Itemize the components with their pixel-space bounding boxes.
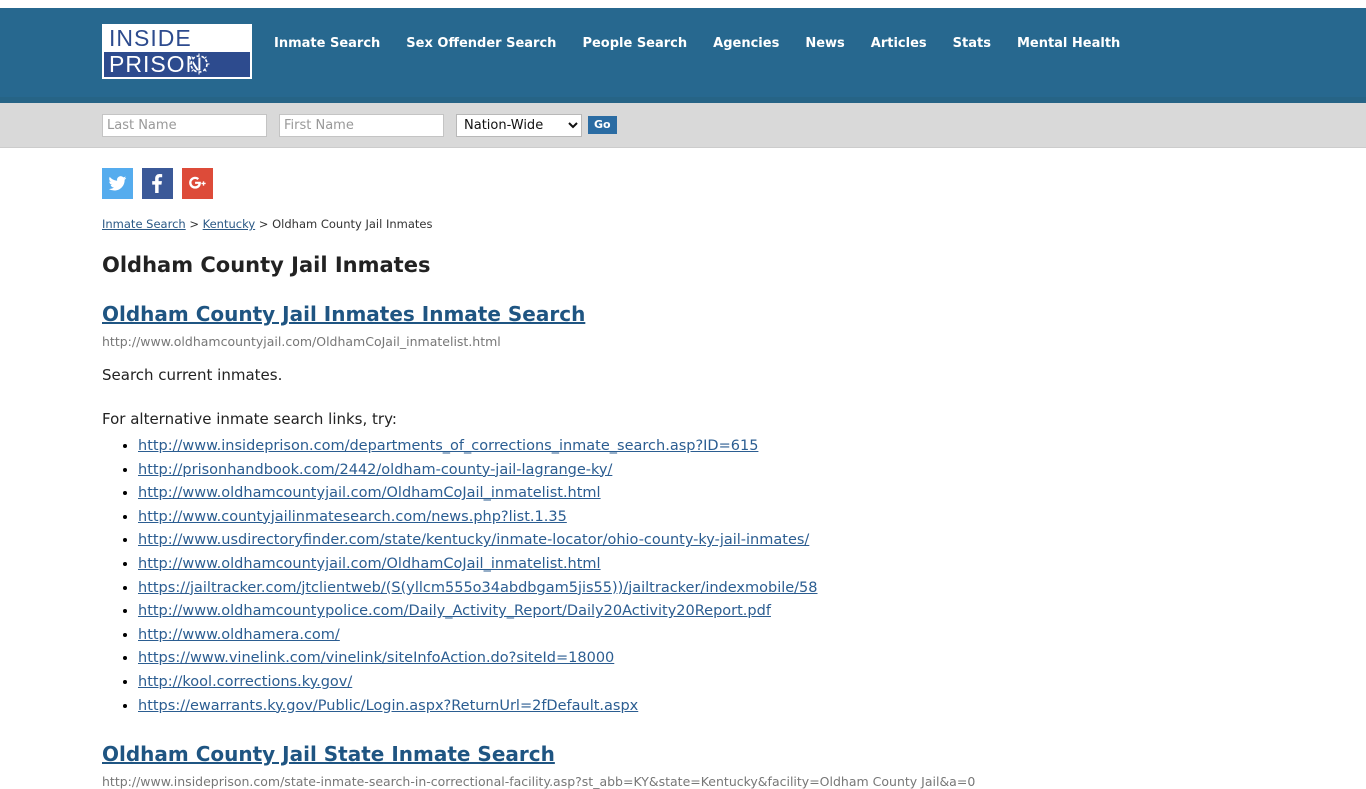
alt-link[interactable]: https://www.vinelink.com/vinelink/siteIn… xyxy=(138,650,614,666)
list-item: http://www.insideprison.com/departments_… xyxy=(138,434,1346,458)
first-name-input[interactable] xyxy=(279,113,444,137)
site-header: INSIDE PRISON Inmate Search Sex Offender… xyxy=(0,8,1366,103)
nav-item-stats[interactable]: Stats xyxy=(940,36,1004,51)
page-content: Inmate Search > Kentucky > Oldham County… xyxy=(0,199,1366,789)
alt-link[interactable]: http://www.oldhamcountypolice.com/Daily_… xyxy=(138,603,771,619)
section-link-inmate-search[interactable]: Oldham County Jail Inmates Inmate Search xyxy=(102,302,585,326)
logo-top-row: INSIDE xyxy=(104,26,250,52)
alt-link[interactable]: http://www.oldhamera.com/ xyxy=(138,627,340,643)
alternative-links-intro: For alternative inmate search links, try… xyxy=(102,410,397,428)
nav-item-articles[interactable]: Articles xyxy=(858,36,940,51)
googleplus-icon[interactable] xyxy=(182,168,213,199)
breadcrumb-current: Oldham County Jail Inmates xyxy=(272,217,433,231)
twitter-icon[interactable] xyxy=(102,168,133,199)
section-heading-inmate-search: Oldham County Jail Inmates Inmate Search xyxy=(102,302,1346,326)
section-heading-state-inmate-search: Oldham County Jail State Inmate Search xyxy=(102,742,1346,766)
list-item: http://www.countyjailinmatesearch.com/ne… xyxy=(138,505,1346,529)
alt-link[interactable]: http://kool.corrections.ky.gov/ xyxy=(138,674,352,690)
breadcrumb-link-kentucky[interactable]: Kentucky xyxy=(203,217,256,231)
list-item: http://www.usdirectoryfinder.com/state/k… xyxy=(138,528,1346,552)
breadcrumb-separator-2: > xyxy=(255,217,273,231)
list-item: https://www.vinelink.com/vinelink/siteIn… xyxy=(138,646,1346,670)
nav-item-agencies[interactable]: Agencies xyxy=(700,36,792,51)
nav-item-inmate-search[interactable]: Inmate Search xyxy=(274,36,393,51)
header-inner: INSIDE PRISON Inmate Search Sex Offender… xyxy=(0,8,1366,79)
logo-bottom-row: PRISON xyxy=(104,51,250,77)
alt-link[interactable]: https://jailtracker.com/jtclientweb/(S(y… xyxy=(138,580,818,596)
social-share-row xyxy=(0,148,1366,199)
list-item: https://ewarrants.ky.gov/Public/Login.as… xyxy=(138,694,1346,718)
nav-item-people-search[interactable]: People Search xyxy=(569,36,700,51)
list-item: http://prisonhandbook.com/2442/oldham-co… xyxy=(138,458,1346,482)
nav-item-mental-health[interactable]: Mental Health xyxy=(1004,36,1133,51)
list-item: http://www.oldhamcountyjail.com/OldhamCo… xyxy=(138,552,1346,576)
list-item: http://www.oldhamcountyjail.com/OldhamCo… xyxy=(138,481,1346,505)
page-title: Oldham County Jail Inmates xyxy=(102,253,431,277)
quick-search-bar: Nation-Wide Go xyxy=(0,103,1366,148)
alt-link[interactable]: http://www.insideprison.com/departments_… xyxy=(138,438,758,454)
section-link-state-inmate-search[interactable]: Oldham County Jail State Inmate Search xyxy=(102,742,555,766)
nav-item-news[interactable]: News xyxy=(792,36,857,51)
breadcrumb: Inmate Search > Kentucky > Oldham County… xyxy=(102,216,1346,232)
alt-link[interactable]: http://www.oldhamcountyjail.com/OldhamCo… xyxy=(138,556,601,572)
alt-link[interactable]: https://ewarrants.ky.gov/Public/Login.as… xyxy=(138,698,638,714)
list-item: http://www.oldhamera.com/ xyxy=(138,623,1346,647)
top-white-strip xyxy=(0,0,1366,8)
region-select[interactable]: Nation-Wide xyxy=(456,113,582,137)
alt-link[interactable]: http://prisonhandbook.com/2442/oldham-co… xyxy=(138,462,612,478)
list-item: http://kool.corrections.ky.gov/ xyxy=(138,670,1346,694)
breadcrumb-link-inmate-search[interactable]: Inmate Search xyxy=(102,217,186,231)
nav-item-sex-offender-search[interactable]: Sex Offender Search xyxy=(393,36,569,51)
breadcrumb-separator-1: > xyxy=(185,217,203,231)
section-url-state-inmate-search: http://www.insideprison.com/state-inmate… xyxy=(102,774,976,789)
alt-link[interactable]: http://www.oldhamcountyjail.com/OldhamCo… xyxy=(138,485,601,501)
logo-text-inside: INSIDE xyxy=(109,25,192,52)
alt-link[interactable]: http://www.countyjailinmatesearch.com/ne… xyxy=(138,509,567,525)
main-navigation: Inmate Search Sex Offender Search People… xyxy=(274,36,1133,51)
section-description: Search current inmates. xyxy=(102,366,283,384)
alt-link[interactable]: http://www.usdirectoryfinder.com/state/k… xyxy=(138,532,809,548)
barbed-wire-circle-icon xyxy=(188,53,210,75)
go-button[interactable]: Go xyxy=(588,116,617,134)
list-item: https://jailtracker.com/jtclientweb/(S(y… xyxy=(138,576,1346,600)
section-url-inmate-search: http://www.oldhamcountyjail.com/OldhamCo… xyxy=(102,334,501,349)
alternative-links-list: http://www.insideprison.com/departments_… xyxy=(102,434,1346,717)
list-item: http://www.oldhamcountypolice.com/Daily_… xyxy=(138,599,1346,623)
site-logo[interactable]: INSIDE PRISON xyxy=(102,24,252,79)
facebook-icon[interactable] xyxy=(142,168,173,199)
last-name-input[interactable] xyxy=(102,113,267,137)
